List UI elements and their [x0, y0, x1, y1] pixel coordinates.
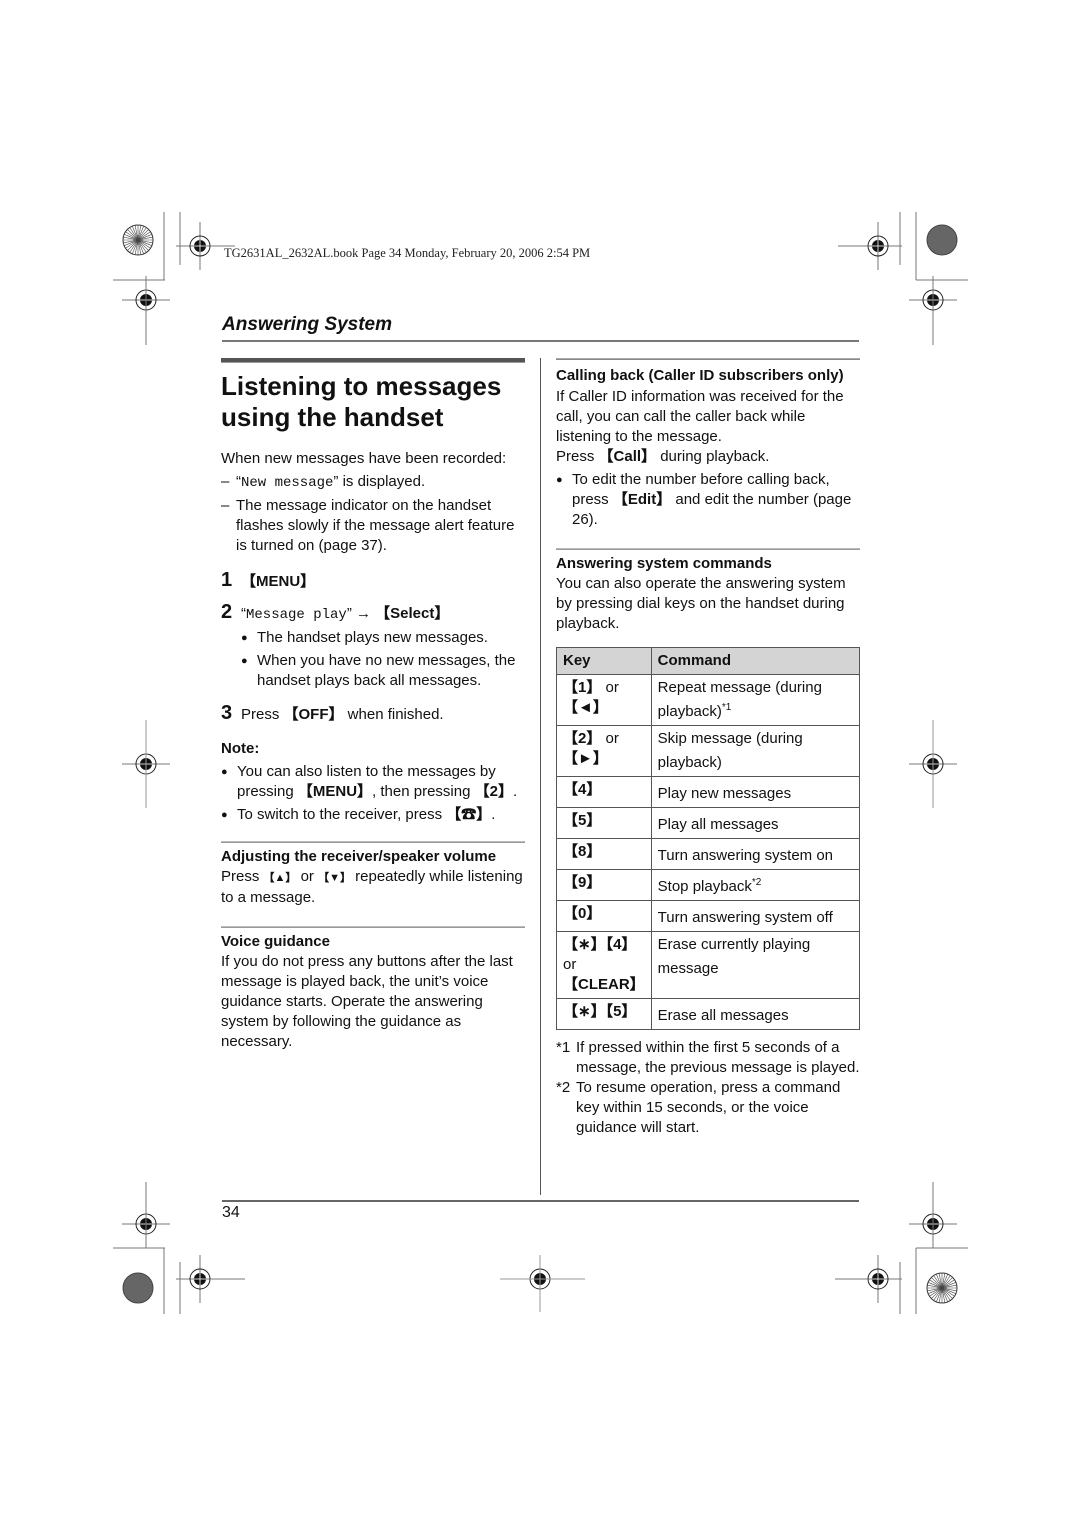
dash-item: – The message indicator on the handset f… — [221, 497, 515, 554]
section-divider — [221, 841, 525, 843]
table-row: 【∗】【4】 or 【CLEAR】 Erase currently playing… — [556, 931, 861, 999]
bullet-icon: ● — [241, 655, 248, 667]
command-cell: Play all messages — [650, 807, 861, 839]
table-row: 【0】 Turn answering system off — [556, 900, 861, 932]
key-cell: 【2】 or 【►】 — [556, 725, 652, 777]
off-key: 【OFF】 — [283, 706, 344, 723]
key-cell: 【1】 or 【◄】 — [556, 674, 652, 726]
key-cell: 【0】 — [556, 900, 652, 932]
command-cell: Turn answering system on — [650, 838, 861, 870]
command-cell: Stop playback*2 — [650, 869, 861, 901]
table-row: 【4】 Play new messages — [556, 776, 861, 808]
section-divider — [556, 548, 860, 550]
bullet-icon: ● — [221, 766, 228, 778]
command-cell: Erase currently playing message — [650, 931, 861, 999]
section-rule — [222, 340, 859, 342]
title-bar — [221, 358, 525, 363]
table-body: 【1】 or 【◄】 Repeat message (during playbac… — [556, 674, 861, 1030]
commands-heading: Answering system commands — [556, 555, 772, 572]
call-key: 【Call】 — [598, 448, 657, 465]
volume-heading: Adjusting the receiver/speaker volume — [221, 848, 497, 865]
command-cell: Skip message (during playback) — [650, 725, 861, 777]
footnote: *1 If pressed within the first 5 seconds… — [556, 1039, 860, 1076]
command-cell: Erase all messages — [650, 998, 861, 1030]
bullet-icon: ● — [556, 474, 563, 486]
dash-item: – “New message” is displayed. — [221, 473, 426, 491]
note-label: Note: — [221, 740, 260, 757]
voice-heading: Voice guidance — [221, 933, 330, 950]
key-cell: 【4】 — [556, 776, 652, 808]
up-key-icon: 【▲】 — [263, 872, 297, 884]
footnote: *2 To resume operation, press a command … — [556, 1079, 841, 1136]
page-title: Listening to messages using the handset — [221, 371, 502, 432]
step-2: 2 “Message play” → 【Select】 — [221, 601, 450, 623]
commands-table: Key Command 【1】 or 【◄】 Repeat message (du… — [556, 647, 861, 1030]
step-1: 1 【MENU】 — [221, 569, 316, 591]
footer-rule — [222, 1200, 859, 1202]
table-row: 【2】 or 【►】 Skip message (during playback) — [556, 725, 861, 777]
callback-heading: Calling back (Caller ID subscribers only… — [556, 367, 844, 384]
down-key-icon: 【▼】 — [318, 872, 351, 884]
footnote-ref: *2 — [751, 877, 762, 888]
table-row: 【5】 Play all messages — [556, 807, 861, 839]
callback-press: Press 【Call】 during playback. — [556, 448, 770, 465]
display-text: New message — [241, 475, 334, 491]
footnote-ref: *1 — [721, 702, 732, 713]
section-title: Answering System — [222, 314, 392, 335]
command-cell: Turn answering system off — [650, 900, 861, 932]
edit-key: 【Edit】 — [612, 491, 672, 508]
phone-key-icon: 【☎】 — [446, 806, 492, 823]
menu-key: 【MENU】 — [241, 573, 316, 590]
section-divider — [221, 926, 525, 928]
section-divider — [556, 358, 860, 360]
bullet-icon: ● — [221, 809, 228, 821]
table-row: 【9】 Stop playback*2 — [556, 869, 861, 901]
footnotes: *1 If pressed within the first 5 seconds… — [556, 1038, 860, 1138]
column-divider — [540, 358, 541, 1195]
voice-text: If you do not press any buttons after th… — [221, 953, 513, 1050]
select-key: 【Select】 — [375, 605, 450, 622]
key-cell: 【8】 — [556, 838, 652, 870]
key-cell: 【5】 — [556, 807, 652, 839]
intro-text: When new messages have been recorded: — [221, 450, 507, 467]
step-3: 3 Press 【OFF】 when finished. — [221, 702, 444, 724]
key-cell: 【∗】【5】 — [556, 998, 652, 1030]
bullet-item: ● The handset plays new messages. — [241, 629, 488, 646]
book-header-stamp: TG2631AL_2632AL.book Page 34 Monday, Feb… — [224, 246, 591, 260]
note-item: ● To switch to the receiver, press 【☎】. — [221, 806, 496, 823]
column-header-key: Key — [556, 647, 652, 675]
right-column: Calling back (Caller ID subscribers only… — [556, 358, 861, 1138]
commands-text: You can also operate the answering syste… — [556, 575, 846, 632]
column-header-command: Command — [650, 647, 861, 675]
table-row: 【∗】【5】 Erase all messages — [556, 998, 861, 1030]
bullet-icon: ● — [241, 632, 248, 644]
volume-text: Press 【▲】 or 【▼】 repeatedly while listen… — [221, 868, 523, 906]
key-cell: 【∗】【4】 or 【CLEAR】 — [556, 931, 652, 999]
command-cell: Play new messages — [650, 776, 861, 808]
note-item: ● You can also listen to the messages by… — [221, 763, 518, 800]
table-row: 【8】 Turn answering system on — [556, 838, 861, 870]
key-cell: 【9】 — [556, 869, 652, 901]
left-column: Listening to messages using the handset … — [221, 358, 525, 1052]
bullet-item: ● When you have no new messages, the han… — [241, 652, 516, 689]
display-text: Message play — [246, 607, 347, 623]
callback-text: If Caller ID information was received fo… — [556, 388, 844, 445]
table-header-row: Key Command — [556, 647, 861, 675]
command-cell: Repeat message (during playback)*1 — [650, 674, 861, 726]
page-number: 34 — [222, 1204, 240, 1221]
bullet-item: ● To edit the number before calling back… — [556, 471, 852, 528]
table-row: 【1】 or 【◄】 Repeat message (during playbac… — [556, 674, 861, 726]
